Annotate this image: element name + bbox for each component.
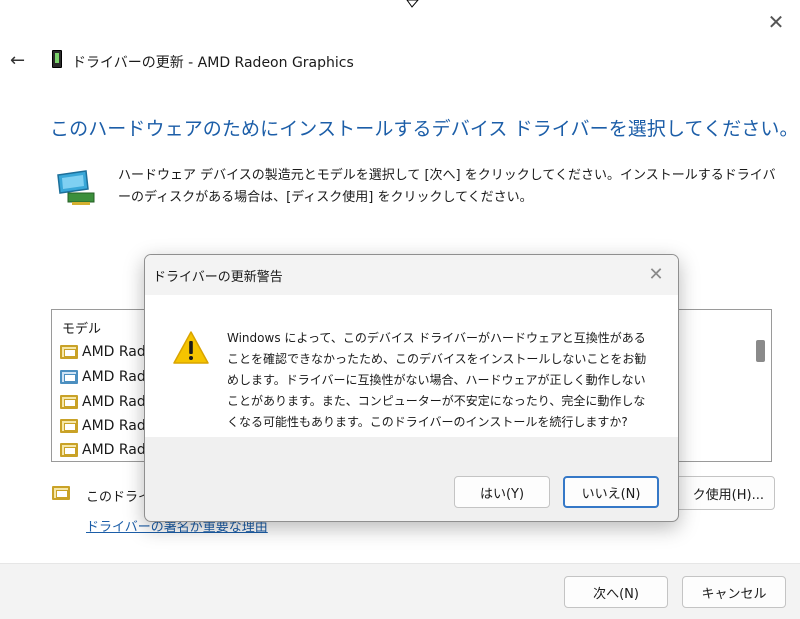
wizard-footer: 次へ(N) キャンセル [0,563,800,619]
driver-chip-icon [60,345,78,359]
dialog-titlebar: ドライバーの更新警告 ✕ [145,255,678,295]
dialog-body: Windows によって、このデバイス ドライバーがハードウェアと互換性があるこ… [145,295,678,437]
no-button[interactable]: いいえ(N) [563,476,659,508]
model-name: AMD Rad [82,418,146,434]
model-name: AMD Rad [82,344,146,360]
instruction-text: ハードウェア デバイスの製造元とモデルを選択して [次へ] をクリックしてくださ… [118,168,776,205]
cancel-button[interactable]: キャンセル [682,576,786,608]
driver-chip-icon [60,370,78,384]
signed-driver-icon [52,486,70,500]
model-column-header: モデル [62,322,102,337]
model-name: AMD Rad [82,369,146,385]
next-button[interactable]: 次へ(N) [564,576,668,608]
warning-dialog: ドライバーの更新警告 ✕ Windows によって、このデバイス ドライバーがハ… [144,254,679,522]
list-item[interactable]: AMD Rad [60,418,146,434]
page-heading: このハードウェアのためにインストールするデバイス ドライバーを選択してください。 [50,118,799,140]
driver-chip-icon [60,419,78,433]
driver-chip-icon [60,443,78,457]
dialog-title: ドライバーの更新警告 [153,270,283,285]
dialog-close-icon[interactable]: ✕ [644,262,668,286]
window-close-icon[interactable]: ✕ [764,10,788,34]
list-item[interactable]: AMD Rad [60,369,146,385]
scrollbar-thumb[interactable] [756,340,765,362]
mouse-cursor-icon [406,0,419,8]
model-name: AMD Rad [82,442,146,458]
signed-driver-text: このドライ [86,490,152,505]
driver-chip-icon [60,395,78,409]
list-item[interactable]: AMD Rad [60,344,146,360]
device-icon [52,50,62,68]
warning-icon [173,331,209,364]
back-arrow-icon[interactable]: ← [10,50,25,71]
model-name: AMD Rad [82,394,146,410]
yes-button[interactable]: はい(Y) [454,476,550,508]
hardware-card-icon [57,170,95,205]
window-title: ドライバーの更新 - AMD Radeon Graphics [72,55,354,71]
list-item[interactable]: AMD Rad [60,394,146,410]
list-item[interactable]: AMD Rad [60,442,146,458]
dialog-message: Windows によって、このデバイス ドライバーがハードウェアと互換性があるこ… [227,331,647,429]
